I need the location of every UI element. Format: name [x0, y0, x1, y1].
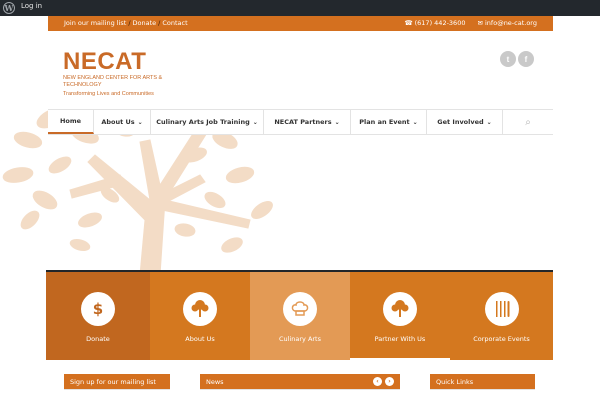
chevron-right-icon[interactable]: ›	[385, 377, 394, 386]
phone-number: (617) 442-3600	[414, 19, 466, 27]
necat-logo[interactable]: NECAT NEW ENGLAND CENTER FOR ARTS & TECH…	[63, 48, 173, 98]
feature-tiles: $ Donate About Us Culinary Arts Partner …	[46, 272, 553, 360]
tile-label: Donate	[86, 335, 110, 343]
chevron-down-icon: ⌄	[334, 118, 340, 126]
divider	[430, 389, 535, 390]
chevron-down-icon: ⌄	[486, 118, 492, 126]
wordpress-icon[interactable]: W	[3, 2, 15, 14]
mailing-list-link[interactable]: Join our mailing list	[64, 19, 126, 27]
envelope-icon: ✉	[477, 19, 483, 27]
tile-label: About Us	[185, 335, 215, 343]
twitter-icon[interactable]: t	[500, 51, 516, 67]
contact-link[interactable]: Contact	[162, 19, 187, 27]
admin-bar: W Log in	[0, 0, 600, 16]
nav-item-plan-an-event[interactable]: Plan an Event ⌄	[351, 110, 427, 134]
tile-partner-with-us[interactable]: Partner With Us	[350, 272, 450, 358]
chef-hat-icon	[283, 292, 317, 326]
widget-row: Sign up for our mailing list News ‹ › Qu…	[46, 360, 553, 400]
nav-item-culinary-arts[interactable]: Culinary Arts Job Training ⌄	[151, 110, 264, 134]
tile-culinary-arts[interactable]: Culinary Arts	[250, 272, 350, 360]
main-nav: Home About Us ⌄ Culinary Arts Job Trainin…	[48, 109, 553, 135]
divider	[64, 389, 170, 390]
nav-label: NECAT Partners	[274, 118, 332, 126]
tile-donate[interactable]: $ Donate	[46, 272, 150, 360]
login-link[interactable]: Log in	[21, 2, 42, 10]
news-label: News	[206, 378, 224, 386]
logo-tagline: Transforming Lives and Communities	[63, 91, 154, 97]
mailing-list-widget-title[interactable]: Sign up for our mailing list	[64, 374, 170, 389]
top-bar: Join our mailing list / Donate / Contact ☎ (6…	[48, 16, 553, 31]
chevron-down-icon: ⌄	[137, 118, 143, 126]
tree-icon	[183, 292, 217, 326]
chevron-down-icon: ⌄	[412, 118, 418, 126]
nav-label: Plan an Event	[359, 118, 410, 126]
tile-label: Corporate Events	[473, 335, 530, 343]
news-widget-title: News ‹ ›	[200, 374, 400, 389]
tile-label: Culinary Arts	[278, 335, 321, 343]
nav-label: Get Involved	[437, 118, 484, 126]
dollar-icon: $	[81, 292, 115, 326]
nav-item-necat-partners[interactable]: NECAT Partners ⌄	[264, 110, 351, 134]
site-header: NECAT NEW ENGLAND CENTER FOR ARTS & TECH…	[48, 31, 553, 109]
top-links: Join our mailing list / Donate / Contact	[64, 19, 188, 27]
divider	[200, 389, 400, 390]
tree-icon	[383, 292, 417, 326]
contact-info: ☎ (617) 442-3600 ✉ info@ne-cat.org	[395, 19, 537, 27]
tile-corporate-events[interactable]: Corporate Events	[450, 272, 553, 360]
logo-subtitle: NEW ENGLAND CENTER FOR ARTS & TECHNOLOGY	[63, 75, 163, 88]
email-link[interactable]: info@ne-cat.org	[485, 19, 537, 27]
chevron-left-icon[interactable]: ‹	[373, 377, 382, 386]
nav-item-home[interactable]: Home	[48, 110, 94, 134]
quick-links-widget-title: Quick Links	[430, 374, 535, 389]
nav-label: Home	[59, 117, 82, 125]
tile-about-us[interactable]: About Us	[150, 272, 250, 360]
donate-link[interactable]: Donate	[133, 19, 157, 27]
logo-wordmark: NECAT	[63, 48, 147, 75]
utensils-icon	[484, 292, 519, 326]
nav-label: About Us	[101, 118, 135, 126]
nav-label: Culinary Arts Job Training	[156, 118, 250, 126]
search-icon[interactable]: ⌕	[503, 110, 553, 134]
facebook-icon[interactable]: f	[518, 51, 534, 67]
phone-icon: ☎	[404, 19, 413, 27]
tile-label: Partner With Us	[374, 335, 426, 343]
chevron-down-icon: ⌄	[252, 118, 258, 126]
nav-item-about-us[interactable]: About Us ⌄	[94, 110, 151, 134]
nav-item-get-involved[interactable]: Get Involved ⌄	[427, 110, 503, 134]
